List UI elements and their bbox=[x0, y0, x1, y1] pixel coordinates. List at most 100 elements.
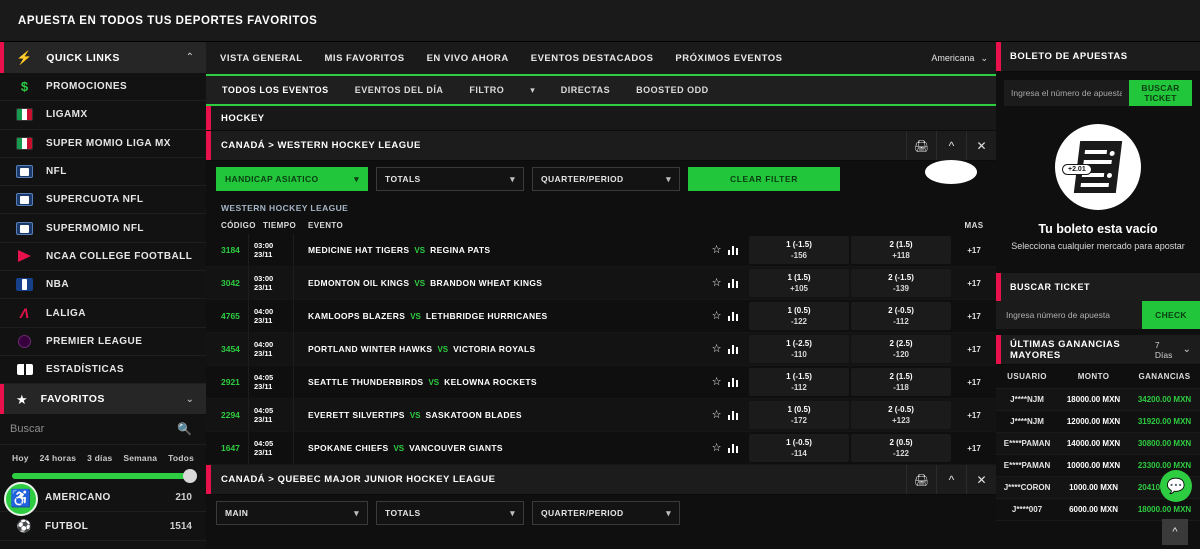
event-name[interactable]: SEATTLE THUNDERBIRDS VS KELOWNA ROCKETS ☆ bbox=[293, 366, 748, 398]
close-icon[interactable]: ✕ bbox=[966, 465, 996, 494]
star-icon[interactable]: ☆ bbox=[712, 442, 722, 454]
event-name[interactable]: KAMLOOPS BLAZERS VS LETHBRIDGE HURRICANES ☆ bbox=[293, 300, 748, 332]
more-markets-button[interactable]: +17 bbox=[952, 432, 996, 464]
odd-away-button[interactable]: 2 (1.5) -118 bbox=[851, 368, 951, 396]
sidebar-item-ncaa-college-football[interactable]: NCAA COLLEGE FOOTBALL bbox=[0, 242, 206, 272]
more-markets-button[interactable]: +17 bbox=[952, 366, 996, 398]
search-icon[interactable]: 🔍 bbox=[177, 422, 192, 436]
period-filter-select[interactable]: QUARTER/PERIOD ▾ bbox=[532, 167, 680, 191]
odd-away-button[interactable]: 2 (-1.5) -139 bbox=[851, 269, 951, 297]
subtab-filtro[interactable]: FILTRO bbox=[469, 85, 504, 95]
stats-bar-icon[interactable] bbox=[727, 377, 738, 387]
time-filter-slider[interactable] bbox=[12, 469, 197, 484]
star-icon[interactable]: ☆ bbox=[712, 409, 722, 421]
buscar-ticket-button[interactable]: BUSCAR TICKET bbox=[1129, 80, 1192, 106]
sidebar-quick-links-header[interactable]: ⚡ QUICK LINKS ⌃ bbox=[0, 42, 206, 73]
chevron-down-icon[interactable]: ⌄ bbox=[1183, 344, 1191, 355]
table-row[interactable]: 4765 04:00 23/11 KAMLOOPS BLAZERS VS LETHBRID… bbox=[206, 300, 996, 333]
odd-home-button[interactable]: 1 (0.5) -122 bbox=[749, 302, 849, 330]
sidebar-item-estad-sticas[interactable]: ESTADÍSTICAS bbox=[0, 355, 206, 385]
check-button[interactable]: CHECK bbox=[1142, 301, 1200, 329]
more-markets-button[interactable]: +17 bbox=[952, 333, 996, 365]
event-name[interactable]: EVERETT SILVERTIPS VS SASKATOON BLADES ☆ bbox=[293, 399, 748, 431]
event-name[interactable]: PORTLAND WINTER HAWKS VS VICTORIA ROYALS ☆ bbox=[293, 333, 748, 365]
stats-bar-icon[interactable] bbox=[727, 245, 738, 255]
stats-bar-icon[interactable] bbox=[727, 278, 738, 288]
more-markets-button[interactable]: +17 bbox=[952, 300, 996, 332]
time-filter-option[interactable]: 3 días bbox=[87, 453, 112, 463]
star-icon[interactable]: ☆ bbox=[712, 376, 722, 388]
sidebar-item-nfl[interactable]: NFL bbox=[0, 157, 206, 187]
totals-filter-select[interactable]: TOTALS ▾ bbox=[376, 167, 524, 191]
odds-format-selector[interactable]: Americana ⌄ bbox=[931, 53, 988, 64]
collapse-icon[interactable]: ^ bbox=[936, 465, 966, 494]
event-name[interactable]: EDMONTON OIL KINGS VS BRANDON WHEAT KINGS ☆ bbox=[293, 267, 748, 299]
sidebar-item-promociones[interactable]: $ PROMOCIONES bbox=[0, 73, 206, 102]
close-icon[interactable]: ✕ bbox=[966, 131, 996, 160]
sidebar-item-laliga[interactable]: Ʌ LALIGA bbox=[0, 299, 206, 328]
more-markets-button[interactable]: +17 bbox=[952, 267, 996, 299]
table-row[interactable]: 3454 04:00 23/11 PORTLAND WINTER HAWKS VS VIC… bbox=[206, 333, 996, 366]
time-filter-option[interactable]: Todos bbox=[168, 453, 194, 463]
clear-filter-button[interactable]: CLEAR FILTER bbox=[688, 167, 840, 191]
tab-eventos-destacados[interactable]: EVENTOS DESTACADOS bbox=[531, 53, 654, 64]
chat-icon[interactable]: 💬 bbox=[1160, 470, 1192, 502]
event-name[interactable]: MEDICINE HAT TIGERS VS REGINA PATS ☆ bbox=[293, 234, 748, 266]
odd-home-button[interactable]: 1 (-2.5) -110 bbox=[749, 335, 849, 363]
stats-bar-icon[interactable] bbox=[727, 410, 738, 420]
totals-filter-select-2[interactable]: TOTALS ▾ bbox=[376, 501, 524, 525]
table-row[interactable]: 1647 04:05 23/11 SPOKANE CHIEFS VS VANCOUVER … bbox=[206, 432, 996, 465]
market-filter-select[interactable]: HANDICAP ASIATICO ▾ bbox=[216, 167, 368, 191]
odd-home-button[interactable]: 1 (0.5) -172 bbox=[749, 401, 849, 429]
sport-item-futbol[interactable]: ⚽ FUTBOL 1514 bbox=[0, 512, 206, 542]
subtab-directas[interactable]: DIRECTAS bbox=[561, 85, 610, 95]
odd-away-button[interactable]: 2 (-0.5) -112 bbox=[851, 302, 951, 330]
sidebar-item-nba[interactable]: NBA bbox=[0, 271, 206, 300]
print-icon[interactable]: 🖨 bbox=[906, 131, 936, 160]
table-row[interactable]: 3042 03:00 23/11 EDMONTON OIL KINGS VS BRANDO… bbox=[206, 267, 996, 300]
table-row[interactable]: 2294 04:05 23/11 EVERETT SILVERTIPS VS SASKAT… bbox=[206, 399, 996, 432]
subtab-todos-los-eventos[interactable]: TODOS LOS EVENTOS bbox=[222, 85, 329, 95]
market-filter-select-2[interactable]: MAIN ▾ bbox=[216, 501, 368, 525]
star-icon[interactable]: ☆ bbox=[712, 343, 722, 355]
sidebar-item-super-momio-liga-mx[interactable]: SUPER MOMIO LIGA MX bbox=[0, 129, 206, 158]
tab-vista-general[interactable]: VISTA GENERAL bbox=[220, 53, 303, 64]
odd-home-button[interactable]: 1 (1.5) +105 bbox=[749, 269, 849, 297]
subtab-boosted-odd[interactable]: BOOSTED ODD bbox=[636, 85, 709, 95]
odd-away-button[interactable]: 2 (2.5) -120 bbox=[851, 335, 951, 363]
time-filter-option[interactable]: 24 horas bbox=[40, 453, 77, 463]
chevron-up-icon[interactable]: ⌃ bbox=[186, 52, 194, 63]
stats-bar-icon[interactable] bbox=[727, 311, 738, 321]
odd-away-button[interactable]: 2 (-0.5) +123 bbox=[851, 401, 951, 429]
print-icon[interactable]: 🖨 bbox=[906, 465, 936, 494]
odd-home-button[interactable]: 1 (-0.5) -114 bbox=[749, 434, 849, 462]
table-row[interactable]: 2921 04:05 23/11 SEATTLE THUNDERBIRDS VS KELO… bbox=[206, 366, 996, 399]
sidebar-item-supermomio-nfl[interactable]: SUPERMOMIO NFL bbox=[0, 214, 206, 243]
table-row[interactable]: 3184 03:00 23/11 MEDICINE HAT TIGERS VS REGIN… bbox=[206, 234, 996, 267]
odd-home-button[interactable]: 1 (-1.5) -112 bbox=[749, 368, 849, 396]
odd-home-button[interactable]: 1 (-1.5) -156 bbox=[749, 236, 849, 264]
accessibility-icon[interactable]: ♿ bbox=[4, 482, 38, 516]
ticket-number-input[interactable] bbox=[1004, 80, 1129, 106]
sidebar-item-ligamx[interactable]: LIGAMX bbox=[0, 101, 206, 130]
tab-pr-ximos-eventos[interactable]: PRÓXIMOS EVENTOS bbox=[675, 53, 782, 64]
chevron-down-icon[interactable]: ⌄ bbox=[186, 394, 194, 405]
star-icon[interactable]: ☆ bbox=[712, 244, 722, 256]
stats-bar-icon[interactable] bbox=[727, 443, 738, 453]
time-filter-option[interactable]: Semana bbox=[123, 453, 157, 463]
scroll-top-icon[interactable]: ^ bbox=[1162, 519, 1188, 545]
sidebar-item-favoritos[interactable]: ★ FAVORITOS ⌄ bbox=[0, 384, 206, 415]
odd-away-button[interactable]: 2 (0.5) -122 bbox=[851, 434, 951, 462]
stats-bar-icon[interactable] bbox=[727, 344, 738, 354]
subtab-eventos-del-d-a[interactable]: EVENTOS DEL DÍA bbox=[355, 85, 444, 95]
chevron-down-icon[interactable]: ▾ bbox=[530, 85, 535, 96]
tab-mis-favoritos[interactable]: MIS FAVORITOS bbox=[325, 53, 405, 64]
star-icon[interactable]: ☆ bbox=[712, 277, 722, 289]
tab-en-vivo-ahora[interactable]: EN VIVO AHORA bbox=[427, 53, 509, 64]
time-filter-option[interactable]: Hoy bbox=[12, 453, 29, 463]
collapse-icon[interactable]: ^ bbox=[936, 131, 966, 160]
star-icon[interactable]: ☆ bbox=[712, 310, 722, 322]
search-input[interactable] bbox=[10, 423, 178, 436]
odd-away-button[interactable]: 2 (1.5) +118 bbox=[851, 236, 951, 264]
event-name[interactable]: SPOKANE CHIEFS VS VANCOUVER GIANTS ☆ bbox=[293, 432, 748, 464]
